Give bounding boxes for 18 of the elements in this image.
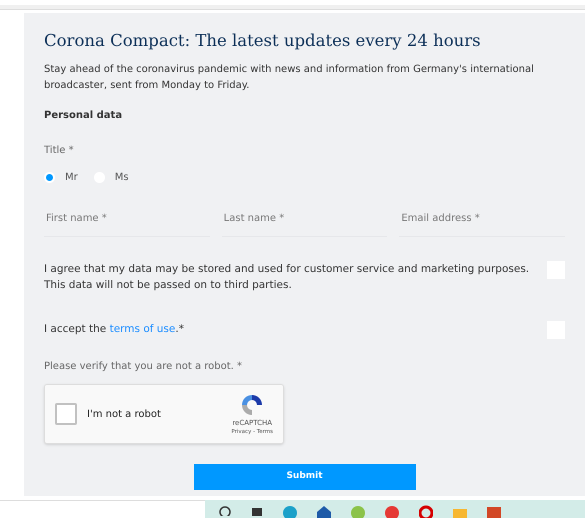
input-field[interactable]: First name * xyxy=(44,211,210,238)
taskbar-icon[interactable] xyxy=(219,504,231,516)
captcha-prompt: Please verify that you are not a robot. * xyxy=(44,360,242,374)
radio-option[interactable]: Ms xyxy=(94,170,129,186)
consent-text: I agree that my data may be stored and used for customer service and marketing purposes. This data will not be passed on to third parties. xyxy=(44,262,530,294)
section-heading: Personal data xyxy=(44,109,122,124)
page-heading: Corona Compact: The latest updates every 24 hours xyxy=(44,30,482,52)
input-field[interactable]: Last name * xyxy=(222,211,388,238)
title-label: Title * xyxy=(44,144,74,158)
taskbar-icon[interactable] xyxy=(317,504,331,518)
captcha-checkbox[interactable] xyxy=(55,403,77,426)
captcha-label: I'm not a robot xyxy=(87,408,161,422)
input-field[interactable]: Email address * xyxy=(399,211,565,238)
radio-icon xyxy=(44,172,55,184)
description: Stay ahead of the coronavirus pandemic with news and information from Germany's international broadcaster, sent from Monday to Friday. xyxy=(44,63,535,94)
taskbar-icon[interactable] xyxy=(419,504,433,518)
consent-text: I accept the terms of use.* xyxy=(44,322,184,338)
radio-option[interactable]: Mr xyxy=(44,170,78,186)
